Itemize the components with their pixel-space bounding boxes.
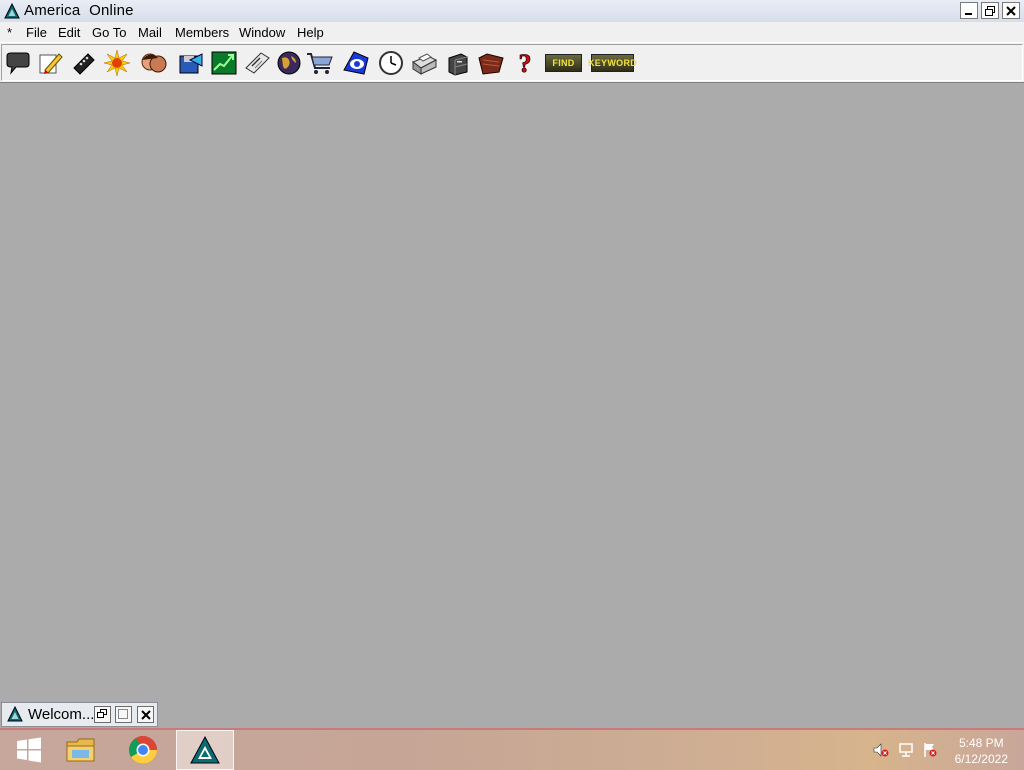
people-icon[interactable]: [140, 50, 168, 76]
close-icon: [1006, 5, 1016, 16]
close-button[interactable]: [1002, 2, 1020, 19]
whats-hot-icon[interactable]: [103, 50, 131, 76]
network-icon[interactable]: [898, 742, 914, 758]
clock-time: 5:48 PM: [958, 736, 1004, 750]
shopping-cart-icon[interactable]: [306, 50, 334, 76]
start-button[interactable]: [0, 730, 58, 770]
action-center-flag-icon[interactable]: [922, 742, 938, 758]
chrome-icon: [129, 736, 157, 764]
download-icon[interactable]: [176, 50, 204, 76]
file-explorer-icon: [66, 738, 95, 762]
maximize-icon: [118, 709, 128, 719]
minimized-window-title: Welcom...: [28, 706, 95, 723]
remote-icon[interactable]: [70, 50, 98, 76]
minimize-icon: [965, 12, 972, 15]
clock-icon[interactable]: [377, 50, 405, 76]
menu-bar: * File Edit Go To Mail Members Window He…: [0, 22, 1024, 42]
restore-button[interactable]: [981, 2, 999, 19]
volume-muted-icon[interactable]: [873, 742, 889, 758]
stocks-icon[interactable]: [210, 50, 238, 76]
menu-members[interactable]: Members: [175, 25, 229, 40]
help-icon[interactable]: ?: [511, 50, 539, 76]
taskbar-chrome[interactable]: [114, 730, 172, 770]
message-icon[interactable]: [4, 50, 32, 76]
close-icon: [140, 709, 151, 720]
menu-go-to[interactable]: Go To: [92, 25, 126, 40]
svg-text:?: ?: [519, 50, 532, 76]
menu-file[interactable]: File: [26, 25, 47, 40]
clock-date: 6/12/2022: [954, 752, 1008, 766]
print-icon[interactable]: [410, 50, 438, 76]
toolbar: ? FIND KEYWORD: [0, 42, 1024, 83]
write-icon[interactable]: [37, 50, 65, 76]
menu-system[interactable]: *: [7, 25, 12, 40]
title-bar: America Online: [0, 0, 1024, 23]
restore-icon: [97, 709, 107, 718]
menu-mail[interactable]: Mail: [138, 25, 162, 40]
child-restore-button[interactable]: [94, 706, 111, 723]
aol-triangle-icon: [190, 735, 220, 764]
windows-start-icon: [17, 737, 41, 763]
favorites-icon[interactable]: [477, 50, 505, 76]
aol-triangle-icon: [7, 706, 23, 722]
taskbar: 5:48 PM 6/12/2022: [0, 728, 1024, 770]
minimized-welcome-window[interactable]: Welcom...: [1, 702, 158, 727]
internet-icon[interactable]: [342, 50, 370, 76]
menu-help[interactable]: Help: [297, 25, 324, 40]
menu-edit[interactable]: Edit: [58, 25, 80, 40]
aol-triangle-icon: [4, 3, 20, 19]
child-maximize-button[interactable]: [115, 706, 132, 723]
restore-icon: [985, 5, 995, 16]
news-icon[interactable]: [243, 50, 271, 76]
taskbar-file-explorer[interactable]: [52, 730, 110, 770]
globe-icon[interactable]: [275, 50, 303, 76]
child-close-button[interactable]: [137, 706, 154, 723]
minimize-button[interactable]: [960, 2, 978, 19]
keyword-button[interactable]: KEYWORD: [588, 54, 637, 72]
find-button[interactable]: FIND: [545, 54, 582, 72]
filing-cabinet-icon[interactable]: [443, 50, 471, 76]
window-title: America Online: [24, 2, 134, 19]
menu-window[interactable]: Window: [239, 25, 285, 40]
taskbar-aol[interactable]: [176, 730, 234, 770]
system-clock[interactable]: 5:48 PM 6/12/2022: [955, 735, 1008, 767]
